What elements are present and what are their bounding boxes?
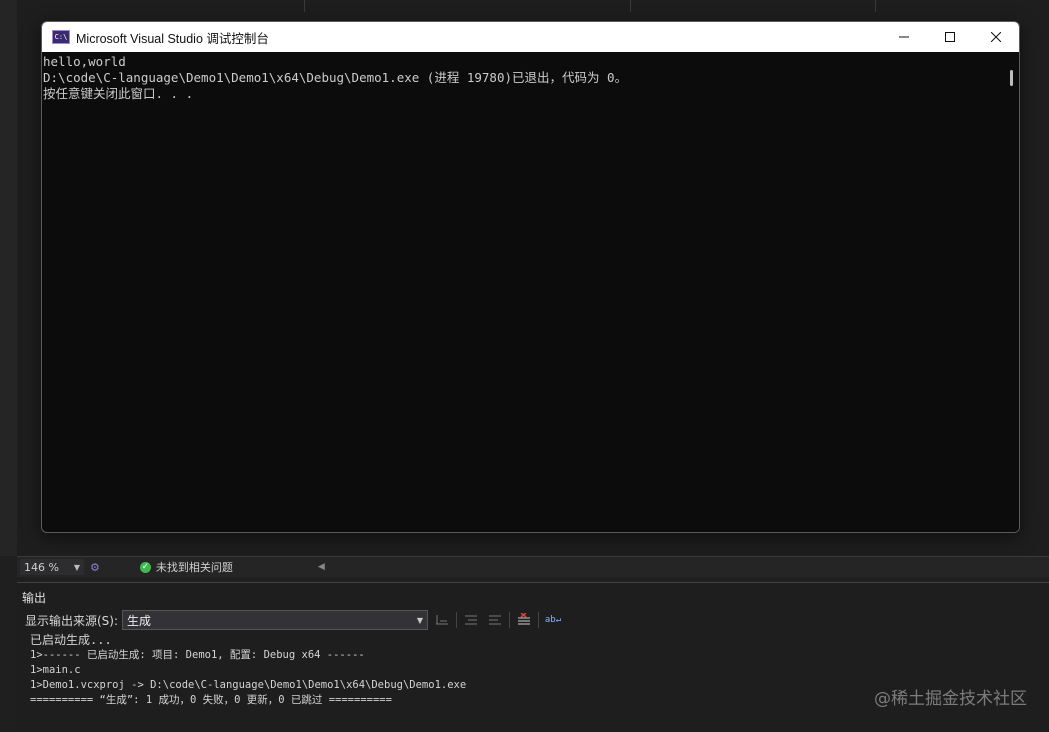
- clear-all-button[interactable]: [514, 611, 534, 629]
- console-scrollbar[interactable]: [1003, 52, 1019, 532]
- prev-message-button[interactable]: [461, 611, 481, 629]
- toolbar-separator: [509, 612, 511, 628]
- console-app-icon: C:\: [52, 30, 70, 44]
- editor-status-bar: 146 % ▼ ⚙ ✓ 未找到相关问题 ◀: [17, 556, 1049, 577]
- output-panel[interactable]: 输出 显示输出来源(S): 生成 ▼ ab↵ 已启动生成... 1>------…: [17, 582, 1049, 732]
- debug-console-window[interactable]: C:\ Microsoft Visual Studio 调试控制台 hello,…: [41, 21, 1020, 533]
- ide-left-strip: [0, 0, 18, 556]
- output-line: 已启动生成...: [30, 633, 112, 647]
- word-wrap-button[interactable]: ab↵: [543, 611, 563, 629]
- console-scroll-thumb[interactable]: [1010, 70, 1013, 86]
- output-line: ========== “生成”: 1 成功，0 失败，0 更新，0 已跳过 ==…: [30, 694, 392, 706]
- output-source-value: 生成: [127, 613, 152, 628]
- console-titlebar[interactable]: C:\ Microsoft Visual Studio 调试控制台: [42, 22, 1019, 52]
- editor-divider: [630, 0, 631, 12]
- problems-text: 未找到相关问题: [155, 561, 233, 574]
- next-message-icon: [489, 615, 502, 625]
- output-panel-title: 输出: [22, 591, 47, 605]
- minimize-button[interactable]: [881, 22, 927, 52]
- word-wrap-icon: ab↵: [544, 615, 562, 625]
- close-button[interactable]: [973, 22, 1019, 52]
- toolbar-separator: [538, 612, 540, 628]
- next-message-button[interactable]: [485, 611, 505, 629]
- check-circle-icon: ✓: [139, 561, 151, 573]
- close-icon: [991, 32, 1001, 42]
- problems-indicator[interactable]: ✓ 未找到相关问题: [139, 559, 233, 575]
- editor-divider: [304, 0, 305, 12]
- zoom-value: 146 %: [24, 560, 59, 574]
- scroll-left-icon[interactable]: ◀: [318, 562, 325, 572]
- goto-line-icon: [436, 615, 449, 625]
- console-line: 按任意键关闭此窗口. . .: [43, 86, 194, 101]
- output-source-select[interactable]: 生成 ▼: [122, 610, 429, 630]
- intellisense-icon[interactable]: ⚙: [90, 561, 100, 574]
- output-line: 1>------ 已启动生成: 项目: Demo1, 配置: Debug x64…: [30, 649, 365, 661]
- maximize-button[interactable]: [927, 22, 973, 52]
- output-line: 1>main.c: [30, 664, 81, 676]
- console-output[interactable]: hello,world D:\code\C-language\Demo1\Dem…: [42, 52, 1003, 532]
- output-log[interactable]: 已启动生成... 1>------ 已启动生成: 项目: Demo1, 配置: …: [30, 633, 466, 708]
- console-title: Microsoft Visual Studio 调试控制台: [76, 31, 269, 46]
- clear-all-icon: [518, 613, 531, 625]
- chevron-down-icon: ▼: [416, 615, 424, 625]
- output-line: 1>Demo1.vcxproj -> D:\code\C-language\De…: [30, 679, 467, 691]
- chevron-down-icon: ▼: [73, 562, 80, 572]
- window-controls: [881, 22, 1019, 52]
- watermark: @稀土掘金技术社区: [874, 689, 1027, 709]
- console-line: D:\code\C-language\Demo1\Demo1\x64\Debug…: [43, 70, 628, 85]
- minimize-icon: [899, 36, 909, 38]
- toolbar-separator: [456, 612, 458, 628]
- output-toolbar: 显示输出来源(S): 生成 ▼ ab↵: [17, 609, 1049, 631]
- output-source-label: 显示输出来源(S):: [25, 613, 119, 628]
- console-line: hello,world: [43, 54, 126, 69]
- editor-divider: [875, 0, 876, 12]
- prev-message-icon: [465, 615, 478, 625]
- zoom-dropdown[interactable]: 146 % ▼: [20, 559, 84, 575]
- maximize-icon: [945, 32, 955, 42]
- find-message-icon[interactable]: [432, 611, 452, 629]
